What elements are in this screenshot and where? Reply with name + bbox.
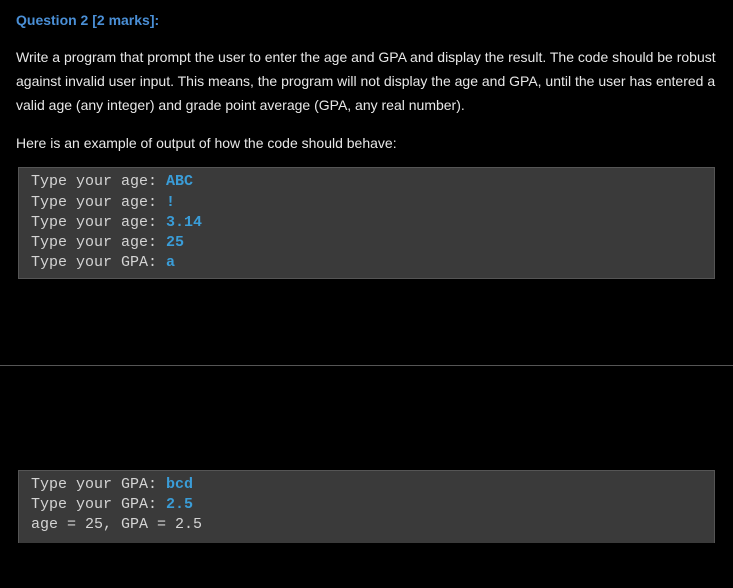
code-line: Type your GPA: a (31, 253, 702, 273)
question-content: Question 2 [2 marks]: Write a program th… (0, 0, 733, 279)
result-text: age = 25, GPA = 2.5 (31, 516, 202, 533)
spacer (0, 279, 733, 365)
question-title: Question 2 [2 marks]: (16, 12, 717, 28)
user-input-text: 2.5 (166, 496, 193, 513)
code-line: age = 25, GPA = 2.5 (31, 515, 702, 535)
user-input-text: 25 (166, 234, 184, 251)
prompt-text: Type your GPA: (31, 496, 166, 513)
code-line: Type your GPA: 2.5 (31, 495, 702, 515)
prompt-text: Type your age: (31, 173, 166, 190)
question-description: Write a program that prompt the user to … (16, 46, 717, 117)
user-input-text: ABC (166, 173, 193, 190)
code-example-block-2: Type your GPA: bcdType your GPA: 2.5age … (18, 470, 715, 544)
user-input-text: bcd (166, 476, 193, 493)
question-subheading: Here is an example of output of how the … (16, 135, 717, 151)
code-line: Type your GPA: bcd (31, 475, 702, 495)
spacer (0, 366, 733, 470)
code-line: Type your age: ABC (31, 172, 702, 192)
prompt-text: Type your age: (31, 234, 166, 251)
prompt-text: Type your age: (31, 214, 166, 231)
prompt-text: Type your age: (31, 194, 166, 211)
code-line: Type your age: 25 (31, 233, 702, 253)
code-line: Type your age: ! (31, 193, 702, 213)
prompt-text: Type your GPA: (31, 476, 166, 493)
prompt-text: Type your GPA: (31, 254, 166, 271)
user-input-text: a (166, 254, 175, 271)
code-line: Type your age: 3.14 (31, 213, 702, 233)
user-input-text: 3.14 (166, 214, 202, 231)
user-input-text: ! (166, 194, 175, 211)
code-example-block-1: Type your age: ABCType your age: !Type y… (18, 167, 715, 278)
